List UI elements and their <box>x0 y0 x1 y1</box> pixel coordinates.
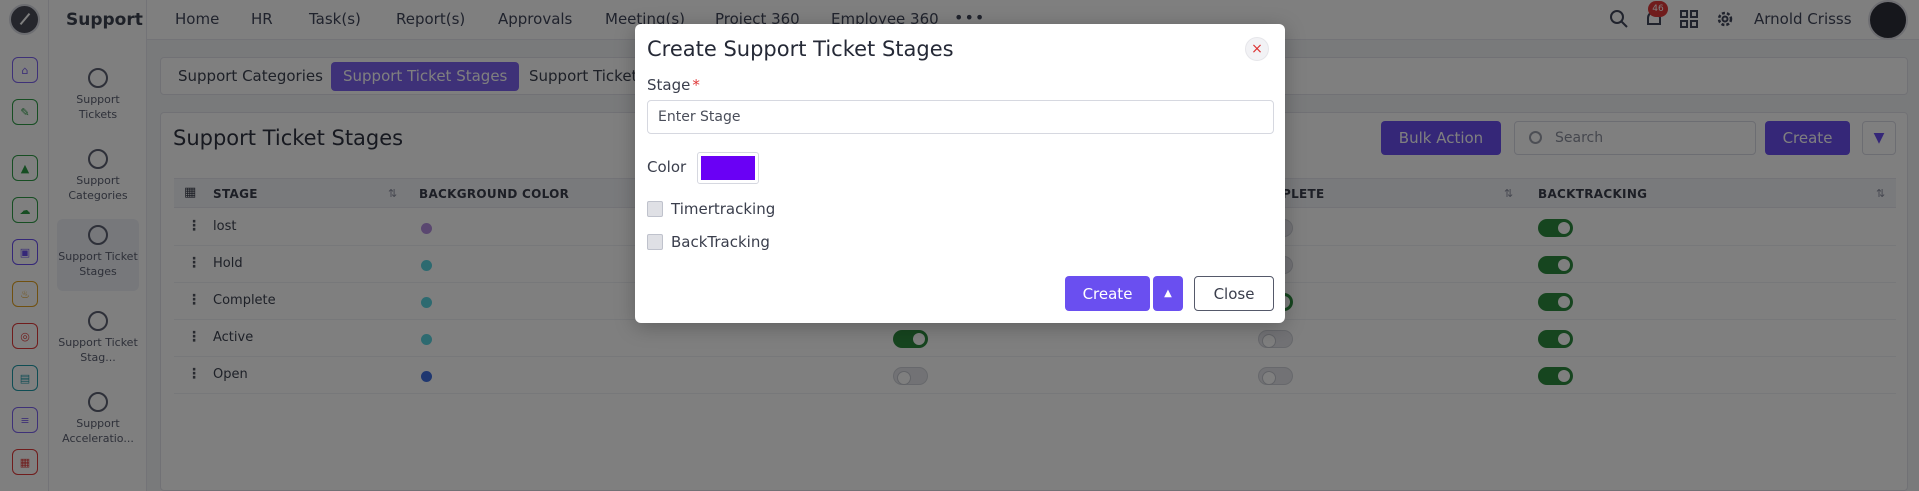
modal-title: Create Support Ticket Stages <box>647 37 954 61</box>
color-picker[interactable] <box>697 152 759 184</box>
color-label: Color <box>647 158 687 176</box>
timertracking-checkbox[interactable] <box>647 201 663 217</box>
caret-up-icon[interactable]: ▲ <box>1153 276 1183 311</box>
modal-close-button[interactable]: Close <box>1194 276 1274 311</box>
backtracking-label: BackTracking <box>671 233 770 251</box>
modal-create-button[interactable]: Create <box>1065 276 1150 311</box>
close-icon[interactable]: × <box>1245 37 1269 61</box>
backtracking-checkbox[interactable] <box>647 234 663 250</box>
required-mark: * <box>692 76 700 94</box>
color-swatch <box>701 156 755 180</box>
stage-input[interactable] <box>647 100 1274 134</box>
stage-label-text: Stage <box>647 76 691 94</box>
stage-label: Stage * <box>647 76 700 94</box>
timertracking-label: Timertracking <box>671 200 776 218</box>
create-stage-modal: Create Support Ticket Stages × Stage* Co… <box>635 24 1285 323</box>
